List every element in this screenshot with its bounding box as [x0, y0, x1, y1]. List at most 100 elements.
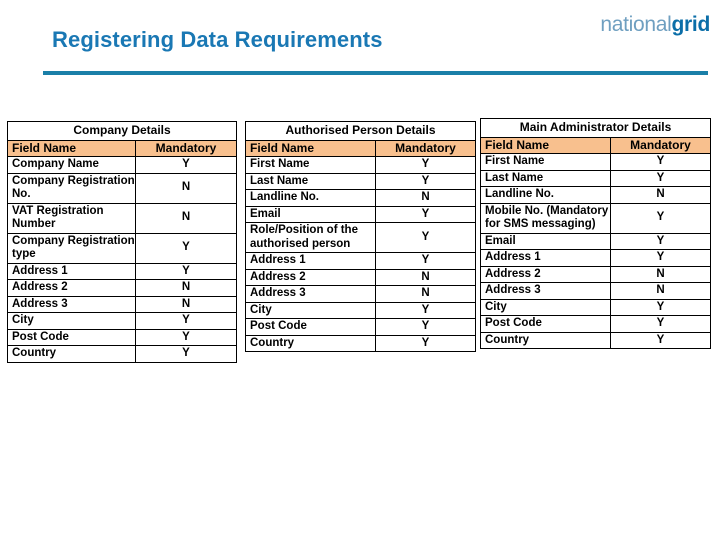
column-header-field-name: Field Name — [245, 139, 376, 157]
table-row: City Y — [480, 298, 711, 316]
table-row: Address 3N — [245, 285, 477, 303]
cell-field-name: Landline No. — [480, 186, 611, 204]
column-header-field-name: Field Name — [7, 139, 136, 157]
cell-mandatory-value: Y — [610, 232, 711, 250]
cell-field-name: Post Code — [480, 315, 611, 333]
cell-mandatory-value: N — [134, 295, 238, 313]
table-title: Main Administrator Details — [480, 118, 711, 138]
cell-field-name: Address 1 — [245, 252, 376, 270]
cell-field-name: Last Name — [245, 172, 376, 190]
cell-mandatory-value: Y — [374, 334, 477, 352]
table-row: City Y — [245, 301, 477, 319]
cell-field-name: Address 2 — [480, 265, 611, 283]
table-title-row: Main Administrator Details — [480, 118, 711, 138]
cell-field-name: Address 3 — [245, 285, 376, 303]
column-header-mandatory: Mandatory — [374, 139, 477, 157]
table-row: Email Y — [480, 232, 711, 250]
table-row: Address 3N — [480, 282, 711, 300]
table-header-row: Field Name Mandatory — [480, 136, 711, 154]
cell-field-name: Address 1 — [480, 249, 611, 267]
table-row: Country Y — [245, 334, 477, 352]
cell-field-name: Country — [245, 334, 376, 352]
cell-mandatory-value: N — [134, 202, 238, 234]
cell-field-name: City — [245, 301, 376, 319]
cell-field-name: Company Name — [7, 156, 136, 174]
cell-mandatory-value: Y — [374, 252, 477, 270]
cell-mandatory-value: Y — [134, 328, 238, 346]
table-row: City Y — [7, 312, 238, 330]
table-company-details: Company Details Field Name Mandatory Compan… — [6, 121, 238, 363]
cell-field-name: First Name — [480, 153, 611, 171]
cell-field-name: Last Name — [480, 169, 611, 187]
table-row: Country Y — [7, 345, 238, 363]
column-header-mandatory: Mandatory — [610, 136, 711, 154]
cell-field-name: Mobile No. (Mandatory for SMS messaging) — [480, 202, 611, 234]
cell-field-name: Address 3 — [7, 295, 136, 313]
cell-field-name: Address 1 — [7, 262, 136, 280]
cell-field-name: Country — [7, 345, 136, 363]
logo-text-national: national — [600, 13, 672, 36]
cell-mandatory-value: N — [610, 282, 711, 300]
table-main-administrator-details: Main Administrator Details Field Name Mand… — [480, 118, 711, 349]
table-row: Role/Position of the authorised person Y — [245, 222, 477, 253]
table-title: Company Details — [6, 121, 238, 141]
cell-mandatory-value: Y — [134, 312, 238, 330]
cell-field-name: Email — [480, 232, 611, 250]
table-body: Main Administrator Details Field Name Mand… — [480, 118, 711, 349]
cell-mandatory-value: Y — [134, 232, 238, 264]
national-grid-logo: nationalgrid — [600, 14, 710, 35]
cell-mandatory-value: N — [610, 186, 711, 204]
cell-mandatory-value: N — [374, 285, 477, 303]
table-row: Post Code Y — [245, 318, 477, 336]
cell-mandatory-value: Y — [610, 153, 711, 171]
table-row: Country Y — [480, 331, 711, 349]
table-body: Authorised Person Details Field Name Manda… — [244, 121, 477, 352]
table-row: VAT Registration Number N — [7, 202, 238, 234]
cell-mandatory-value: N — [374, 268, 477, 286]
cell-field-name: Post Code — [7, 328, 136, 346]
table-authorised-person-details: Authorised Person Details Field Name Manda… — [244, 121, 477, 352]
cell-field-name: Company Registration No. — [7, 172, 136, 204]
column-header-field-name: Field Name — [480, 136, 611, 154]
cell-mandatory-value: Y — [610, 331, 711, 349]
table-row: Address 2N — [7, 279, 238, 297]
table-title-row: Company Details — [6, 121, 238, 141]
table-row: Address 1Y — [245, 252, 477, 270]
cell-field-name: VAT Registration Number — [7, 202, 136, 234]
table-row: Post Code Y — [7, 328, 238, 346]
table-row: Landline No. N — [480, 186, 711, 204]
table-row: Address 1Y — [7, 262, 238, 280]
cell-mandatory-value: Y — [610, 202, 711, 234]
cell-field-name: Role/Position of the authorised person — [245, 222, 376, 253]
table-row: First Name Y — [480, 153, 711, 171]
header-divider-rule — [43, 71, 708, 75]
table-row: Address 2N — [480, 265, 711, 283]
table-row: Company Registration type Y — [7, 232, 238, 264]
cell-field-name: Landline No. — [245, 189, 376, 207]
table-row: Landline No. N — [245, 189, 477, 207]
cell-mandatory-value: N — [134, 279, 238, 297]
cell-mandatory-value: Y — [374, 172, 477, 190]
cell-mandatory-value: Y — [610, 249, 711, 267]
cell-field-name: City — [480, 298, 611, 316]
table-body: Company Details Field Name Mandatory Compan… — [6, 121, 238, 363]
cell-mandatory-value: Y — [374, 205, 477, 223]
table-title-row: Authorised Person Details — [244, 121, 477, 141]
cell-mandatory-value: Y — [134, 345, 238, 363]
cell-field-name: City — [7, 312, 136, 330]
cell-mandatory-value: Y — [374, 301, 477, 319]
cell-field-name: Address 2 — [7, 279, 136, 297]
table-row: Company Registration No. N — [7, 172, 238, 204]
slide-header: Registering Data Requirements nationalgr… — [0, 0, 720, 90]
table-row: Email Y — [245, 205, 477, 223]
cell-mandatory-value: Y — [134, 156, 238, 174]
table-header-row: Field Name Mandatory — [7, 139, 238, 157]
cell-mandatory-value: N — [134, 172, 238, 204]
cell-field-name: Email — [245, 205, 376, 223]
table-row: Address 1Y — [480, 249, 711, 267]
cell-field-name: Address 2 — [245, 268, 376, 286]
cell-field-name: Address 3 — [480, 282, 611, 300]
cell-mandatory-value: Y — [610, 169, 711, 187]
cell-field-name: Country — [480, 331, 611, 349]
table-row: Mobile No. (Mandatory for SMS messaging)… — [480, 202, 711, 234]
